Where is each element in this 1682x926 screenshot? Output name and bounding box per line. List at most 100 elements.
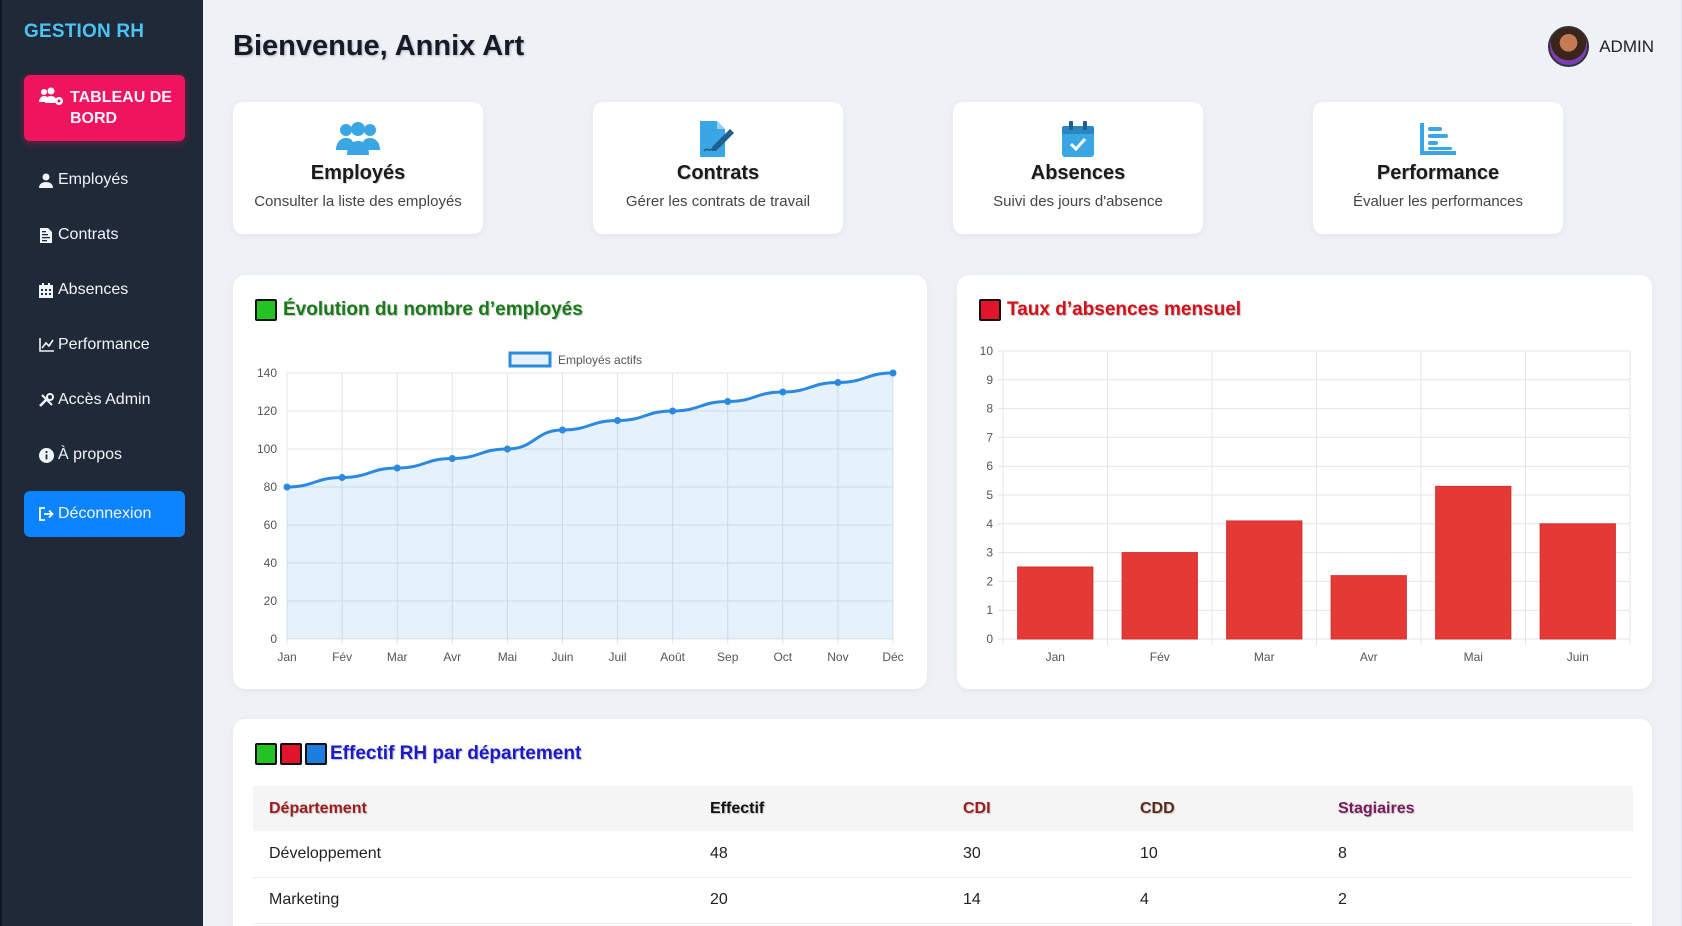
y-tick-label: 80 <box>264 480 278 494</box>
table-row[interactable]: Marketing 20 14 4 2 <box>253 877 1633 924</box>
col-header-cdd: CDD <box>1124 786 1322 831</box>
table-title: Effectif RH par département <box>255 743 581 765</box>
table-cell: 14 <box>947 877 1124 924</box>
table-row[interactable]: Développement 48 30 10 8 <box>253 831 1633 878</box>
y-tick-label: 0 <box>986 632 993 646</box>
card-absences[interactable]: Absences Suivi des jours d'absence <box>953 102 1203 234</box>
sidebar-item-employes[interactable]: Employés <box>24 163 185 197</box>
y-tick-label: 120 <box>257 404 277 418</box>
sidebar-item-admin[interactable]: Accès Admin <box>24 383 185 417</box>
x-tick-label: Mai <box>498 650 517 664</box>
bar <box>1435 485 1512 640</box>
sidebar-item-performance[interactable]: Performance <box>24 328 185 362</box>
sidebar-item-label: Contrats <box>58 226 119 243</box>
logout-button[interactable]: Déconnexion <box>24 491 185 537</box>
bar <box>1330 575 1407 640</box>
avatar[interactable] <box>1548 26 1590 67</box>
data-point <box>614 417 622 424</box>
employee-evolution-panel: Évolution du nombre d’employés 0 20 40 60 80… <box>233 275 927 689</box>
info-icon <box>38 447 54 463</box>
data-point <box>448 455 456 462</box>
y-tick-label: 1 <box>986 603 993 617</box>
data-point <box>834 379 842 386</box>
y-tick-label: 9 <box>986 373 993 387</box>
area-fill <box>287 373 893 639</box>
page-title: Bienvenue, Annix Art <box>233 30 525 62</box>
card-desc: Suivi des jours d'absence <box>993 193 1163 210</box>
y-tick-label: 0 <box>270 632 277 646</box>
col-header-cdi: CDI <box>947 786 1124 831</box>
table-cell: Développement <box>253 831 694 878</box>
x-tick-label: Mar <box>1254 650 1275 664</box>
file-signature-icon <box>696 120 740 158</box>
legend-label: Employés actifs <box>558 353 642 367</box>
sidebar: GESTION RH TABLEAU DE BORD Employés Cont… <box>0 0 203 926</box>
sidebar-item-apropos[interactable]: À propos <box>24 438 185 472</box>
chart-bar-icon <box>1416 120 1460 158</box>
y-tick-label: 60 <box>264 518 278 532</box>
y-tick-label: 6 <box>986 459 993 473</box>
y-tick-label: 4 <box>986 517 993 531</box>
x-tick-label: Jan <box>1046 650 1065 664</box>
card-title: Contrats <box>676 162 760 184</box>
bar <box>1121 552 1198 640</box>
y-tick-label: 100 <box>257 442 277 456</box>
x-tick-label: Juin <box>551 650 573 664</box>
y-tick-label: 7 <box>986 430 993 444</box>
table-header-row: Département Effectif CDI CDD Stagiaires <box>253 786 1633 831</box>
y-tick-label: 3 <box>986 546 993 560</box>
x-tick-label: Nov <box>827 650 848 664</box>
x-tick-label: Mai <box>1464 650 1483 664</box>
x-tick-label: Fév <box>1150 650 1170 664</box>
tools-icon <box>38 392 54 408</box>
bar <box>1539 523 1616 640</box>
table-cell: 2 <box>1322 877 1633 924</box>
data-point <box>558 426 566 434</box>
sidebar-item-label: TABLEAU DE BORD <box>70 89 172 127</box>
user-menu[interactable]: ADMIN <box>1548 26 1654 67</box>
data-point <box>669 407 677 415</box>
sidebar-item-label: Accès Admin <box>58 391 151 408</box>
user-icon <box>38 172 54 188</box>
employee-line-chart: 0 20 40 60 80 100 120 140 Jan Fév Mar Avr Mai Juin Jui… <box>257 351 904 664</box>
x-tick-label: Jan <box>277 650 296 664</box>
y-tick-label: 10 <box>980 344 994 358</box>
x-tick-label: Juin <box>1567 650 1589 664</box>
y-tick-label: 8 <box>986 402 993 416</box>
sidebar-item-contrats[interactable]: Contrats <box>24 218 185 252</box>
sidebar-item-absences[interactable]: Absences <box>24 273 185 307</box>
users-cog-icon <box>38 87 64 107</box>
data-point <box>338 474 346 481</box>
absence-bar-chart: 0 1 2 3 4 5 6 7 8 9 10 Jan Fév Mar Avr Mai Juin <box>980 344 1631 664</box>
users-icon <box>336 120 380 158</box>
chart-line-icon <box>38 337 54 353</box>
file-contract-icon <box>38 227 54 243</box>
table-cell: Marketing <box>253 877 694 924</box>
y-tick-label: 140 <box>257 366 277 380</box>
table-cell: 48 <box>694 831 947 878</box>
data-point <box>889 369 897 377</box>
x-tick-label: Avr <box>443 650 461 664</box>
quick-cards: Employés Consulter la liste des employés… <box>233 102 1563 234</box>
col-header-stagiaires: Stagiaires <box>1322 786 1633 831</box>
sidebar-item-label: Performance <box>58 336 150 353</box>
x-tick-label: Déc <box>882 650 903 664</box>
x-tick-label: Fév <box>332 650 352 664</box>
card-performance[interactable]: Performance Évaluer les performances <box>1313 102 1563 234</box>
panel-title-text: Effectif RH par département <box>330 743 582 764</box>
sidebar-item-dashboard[interactable]: TABLEAU DE BORD <box>24 75 185 141</box>
user-name: ADMIN <box>1599 36 1654 56</box>
y-tick-label: 40 <box>264 556 278 570</box>
sidebar-item-label: À propos <box>58 446 123 463</box>
y-tick-label: 20 <box>264 594 278 608</box>
card-employes[interactable]: Employés Consulter la liste des employés <box>233 102 483 234</box>
table-cell: 20 <box>694 877 947 924</box>
x-tick-label: Août <box>660 650 685 664</box>
card-title: Performance <box>1376 162 1500 184</box>
calendar-check-icon <box>1056 120 1100 158</box>
card-contrats[interactable]: Contrats Gérer les contrats de travail <box>593 102 843 234</box>
brand-title: GESTION RH <box>24 21 145 42</box>
sidebar-item-label: Absences <box>58 281 129 298</box>
card-desc: Gérer les contrats de travail <box>625 193 811 210</box>
calendar-icon <box>38 282 54 298</box>
